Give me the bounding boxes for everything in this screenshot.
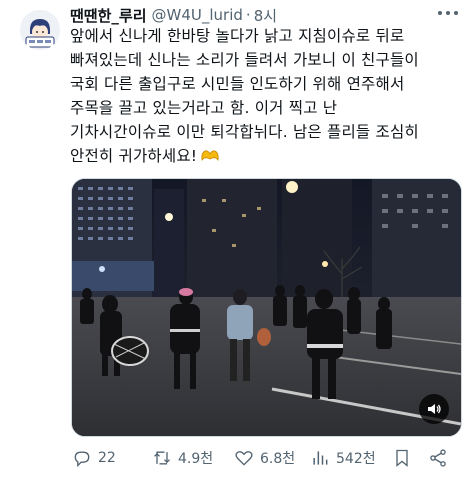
like-count: 6.8천: [260, 451, 296, 467]
video-frame: [72, 179, 461, 436]
avatar[interactable]: [20, 10, 60, 50]
tweet-text-line: 주목을 끌고 있는거라고 함. 이거 찍고 난: [70, 99, 338, 117]
separator-dot: ·: [245, 6, 251, 24]
tweet-text-line-last: 안전히 귀가하세요!: [70, 144, 460, 168]
retweet-count: 4.9천: [178, 451, 214, 467]
speaker-glyph: [428, 404, 441, 414]
volume-icon[interactable]: [419, 394, 449, 424]
heart-hands-emoji-icon: [201, 150, 219, 162]
retweet-button[interactable]: 4.9천: [152, 446, 213, 470]
reply-icon: [74, 451, 90, 468]
tweet-text-line: 앞에서 신나게 한바탕 놀다가 낡고 지침이슈로 뒤로: [70, 27, 405, 45]
tweet-header: 땐땐한_루리 @W4U_lurid · 8시: [70, 4, 277, 26]
video-player[interactable]: [71, 178, 462, 437]
reply-count: 22: [98, 450, 116, 466]
bookmark-icon: [396, 449, 408, 467]
avatar-image: [20, 10, 60, 50]
view-count: 542천: [336, 451, 376, 467]
views-button[interactable]: 542천: [310, 446, 376, 470]
tweet-text-line: 안전히 귀가하세요!: [70, 147, 198, 165]
tweet-text-line: 기차시간이슈로 이만 퇴각합뉘다. 남은 플리들 조심히: [70, 123, 419, 141]
more-options-icon[interactable]: [438, 6, 458, 20]
like-button[interactable]: 6.8천: [234, 446, 295, 470]
heart-icon: [235, 451, 253, 466]
tweet-text: 앞에서 신나게 한바탕 놀다가 낡고 지침이슈로 뒤로 빠져있는데 신나는 소리…: [70, 24, 460, 168]
tweet-text-line: 국회 다른 출입구로 시민들 인도하기 위해 연주해서: [70, 75, 405, 93]
timestamp[interactable]: 8시: [254, 5, 277, 26]
bookmark-button[interactable]: [392, 446, 418, 470]
reply-button[interactable]: 22: [72, 446, 116, 470]
tweet-text-line: 빠져있는데 신나는 소리가 들려서 가보니 이 친구들이: [70, 51, 419, 69]
retweet-icon: [154, 451, 170, 465]
views-chart-icon: [313, 451, 328, 465]
share-icon: [430, 449, 446, 467]
action-bar: 22 4.9천 6.8천 542천: [70, 446, 460, 470]
display-name[interactable]: 땐땐한_루리: [70, 5, 147, 26]
share-button[interactable]: [428, 446, 454, 470]
user-handle[interactable]: @W4U_lurid: [152, 6, 243, 24]
